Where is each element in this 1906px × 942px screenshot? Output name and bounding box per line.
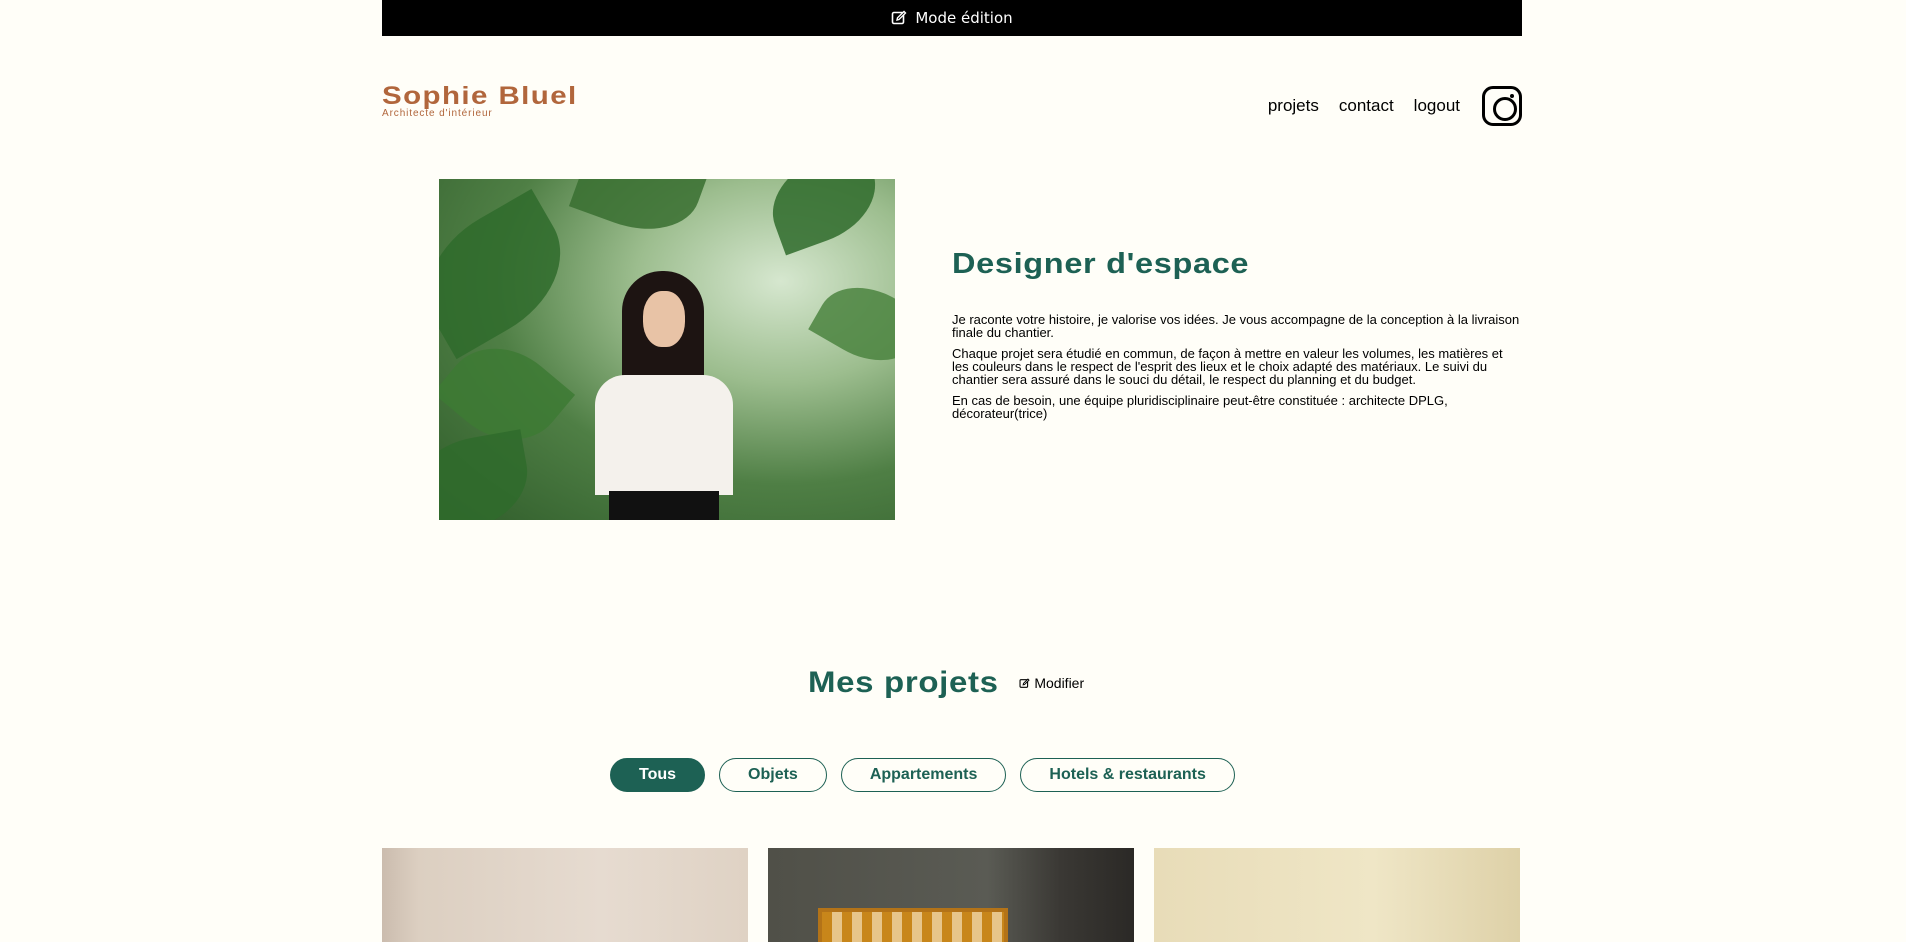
logo[interactable]: Sophie Bluel Architecte d'intérieur	[382, 82, 576, 119]
project-thumbnail[interactable]	[1154, 848, 1520, 942]
edit-icon	[1019, 677, 1030, 688]
filter-tous[interactable]: Tous	[610, 758, 706, 792]
intro-paragraph: Chaque projet sera étudié en commun, de …	[952, 346, 1503, 387]
filter-hotels-restaurants[interactable]: Hotels & restaurants	[1020, 758, 1235, 792]
page: Mode édition Sophie Bluel Architecte d'i…	[0, 0, 1906, 942]
edit-mode-bar[interactable]: Mode édition	[382, 0, 1522, 36]
intro-paragraph: Je raconte votre histoire, je valorise v…	[952, 312, 1520, 340]
intro-paragraph: En cas de besoin, une équipe pluridiscip…	[952, 393, 1448, 421]
projects-title: Mes projets	[808, 666, 999, 699]
filter-objets[interactable]: Objets	[719, 758, 827, 792]
edit-mode-label: Mode édition	[915, 9, 1013, 27]
intro-text: Je raconte votre histoire, je valorise v…	[952, 313, 1522, 428]
projects-header: Mes projets Modifier	[808, 666, 1084, 700]
logo-name: Sophie Bluel	[382, 82, 578, 110]
project-thumbnail[interactable]	[768, 848, 1134, 942]
nav-link-contact[interactable]: contact	[1339, 96, 1394, 116]
modify-label: Modifier	[1034, 675, 1085, 691]
nav-link-projets[interactable]: projets	[1268, 96, 1319, 116]
designer-photo	[439, 179, 895, 520]
main-nav: projets contact logout	[1268, 86, 1522, 126]
edit-icon	[892, 10, 907, 25]
intro-title: Designer d'espace	[952, 248, 1250, 280]
modify-projects-button[interactable]: Modifier	[1019, 675, 1084, 691]
filter-bar: Tous Objets Appartements Hotels & restau…	[610, 758, 1235, 792]
filter-appartements[interactable]: Appartements	[840, 758, 1007, 792]
project-thumbnail[interactable]	[382, 848, 748, 942]
nav-link-logout[interactable]: logout	[1414, 96, 1460, 116]
project-gallery	[382, 848, 1520, 942]
instagram-icon[interactable]	[1482, 86, 1522, 126]
